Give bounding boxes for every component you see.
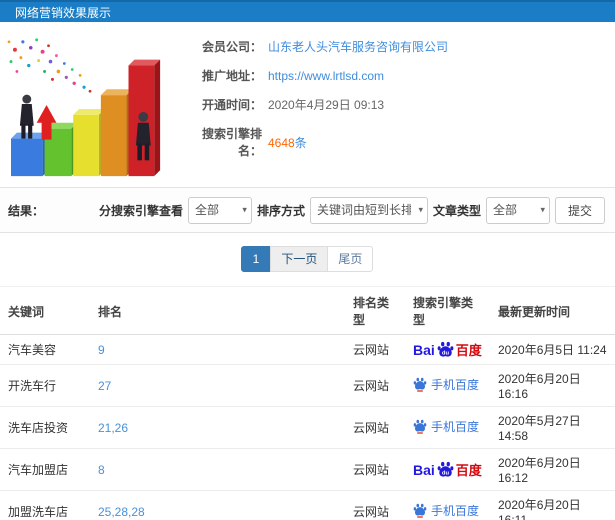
rank-link[interactable]: 8: [98, 463, 105, 477]
engine-cell: 手机百度: [405, 364, 490, 407]
rank-type-cell: 云网站: [345, 448, 405, 491]
svg-text:du: du: [442, 350, 450, 356]
rank-link[interactable]: 21,26: [98, 421, 128, 435]
baidu-logo: Bai du 百度: [413, 461, 482, 478]
mobile-baidu-badge: 手机百度: [413, 502, 479, 519]
open-time-label: 开通时间：: [201, 98, 262, 112]
updated-cell: 2020年6月5日 11:24: [490, 334, 615, 365]
company-row: 会员公司： 山东老人头汽车服务咨询有限公司: [180, 38, 615, 55]
rank-link[interactable]: 25,28,28: [98, 505, 145, 519]
engine-cell: Bai du 百度: [405, 334, 490, 365]
baidu-paw-icon: du: [437, 461, 454, 477]
header-rank-type: 排名类型: [345, 286, 405, 335]
page-title-bar: 网络营销效果展示: [0, 0, 615, 22]
updated-cell: 2020年6月20日 16:11: [490, 490, 615, 520]
updated-cell: 2020年6月20日 16:16: [490, 364, 615, 407]
updated-cell: 2020年5月27日 14:58: [490, 406, 615, 449]
engine-rank-value: 4648条: [268, 134, 307, 151]
engine-cell: 手机百度: [405, 406, 490, 449]
engine-cell: Bai du 百度: [405, 448, 490, 491]
bar-chart-image: [7, 38, 161, 177]
result-label: 结果：: [8, 203, 45, 218]
keyword-table-head: 关键词 排名 排名类型 搜索引擎类型 最新更新时间: [0, 286, 615, 335]
keyword-cell: 开洗车行: [0, 364, 90, 407]
rank-type-cell: 云网站: [345, 490, 405, 520]
keyword-table-body: 汽车美容 9 云网站 Bai du 百度 2020年6月5日 11:24 开洗车…: [0, 334, 615, 520]
engine-rank-label: 搜索引擎排名：: [201, 127, 262, 158]
promotion-url-link[interactable]: https://www.lrtlsd.com: [268, 69, 384, 83]
rank-type-cell: 云网站: [345, 406, 405, 449]
pagination: 1 下一页 尾页: [0, 233, 615, 286]
company-link[interactable]: 山东老人头汽车服务咨询有限公司: [268, 38, 448, 55]
table-row: 加盟洗车店 25,28,28 云网站 手机百度 2020年6月20日 16:11: [0, 490, 615, 520]
engine-filter-label: 分搜索引擎查看: [98, 203, 183, 218]
engine-filter-select[interactable]: 全部: [187, 196, 252, 224]
engine-filter-select-wrap: 全部: [187, 196, 252, 224]
mobile-baidu-paw-icon: [413, 377, 427, 392]
svg-text:du: du: [442, 470, 450, 476]
mobile-baidu-paw-icon: [413, 503, 427, 518]
sort-filter-select-wrap: 关键词由短到长排序: [309, 196, 428, 224]
table-row: 汽车美容 9 云网站 Bai du 百度 2020年6月5日 11:24: [0, 334, 615, 365]
open-time-value: 2020年4月29日 09:13: [268, 98, 385, 112]
article-type-select-wrap: 全部: [485, 196, 550, 224]
page-number-1[interactable]: 1: [240, 246, 272, 272]
rank-type-cell: 云网站: [345, 334, 405, 365]
rank-link[interactable]: 27: [98, 379, 111, 393]
header-updated: 最新更新时间: [490, 286, 615, 335]
keyword-table: 关键词 排名 排名类型 搜索引擎类型 最新更新时间 汽车美容 9 云网站 Bai…: [0, 286, 615, 520]
baidu-paw-icon: du: [437, 341, 454, 357]
rank-type-cell: 云网站: [345, 364, 405, 407]
header-rank: 排名: [90, 286, 345, 335]
page: 网络营销效果展示 会员公司： 山东老人头汽车服务咨询有限公司 推广地址： htt…: [0, 0, 615, 520]
filter-controls: 分搜索引擎查看 全部 排序方式 关键词由短到长排序 文章类型 全部 提交: [98, 196, 615, 224]
table-row: 洗车店投资 21,26 云网站 手机百度 2020年5月27日 14:58: [0, 406, 615, 449]
mobile-baidu-paw-icon: [413, 419, 427, 434]
updated-cell: 2020年6月20日 16:12: [490, 448, 615, 491]
info-list: 会员公司： 山东老人头汽车服务咨询有限公司 推广地址： https://www.…: [180, 22, 615, 159]
article-type-filter-label: 文章类型: [432, 203, 481, 218]
mobile-baidu-badge: 手机百度: [413, 376, 479, 393]
businessman-left: [19, 94, 34, 139]
engine-cell: 手机百度: [405, 490, 490, 520]
next-page-button[interactable]: 下一页: [270, 246, 329, 272]
keyword-cell: 加盟洗车店: [0, 490, 90, 520]
company-label: 会员公司：: [201, 40, 262, 54]
summary-section: 会员公司： 山东老人头汽车服务咨询有限公司 推广地址： https://www.…: [0, 22, 615, 188]
header-engine-type: 搜索引擎类型: [405, 286, 490, 335]
promotion-url-row: 推广地址： https://www.lrtlsd.com: [180, 67, 615, 84]
rank-count-unit[interactable]: 条: [295, 136, 307, 150]
filter-bar: 结果： 分搜索引擎查看 全部 排序方式 关键词由短到长排序 文章类型 全部 提交: [0, 188, 615, 233]
engine-rank-row: 搜索引擎排名： 4648条: [180, 125, 615, 159]
last-page-button[interactable]: 尾页: [327, 246, 374, 272]
header-keyword: 关键词: [0, 286, 90, 335]
keyword-cell: 洗车店投资: [0, 406, 90, 449]
table-row: 汽车加盟店 8 云网站 Bai du 百度 2020年6月20日 16:12: [0, 448, 615, 491]
table-row: 开洗车行 27 云网站 手机百度 2020年6月20日 16:16: [0, 364, 615, 407]
mobile-baidu-badge: 手机百度: [413, 418, 479, 435]
rank-link[interactable]: 9: [98, 343, 105, 357]
confetti-dots: [7, 38, 92, 93]
baidu-logo: Bai du 百度: [413, 341, 482, 358]
open-time-row: 开通时间： 2020年4月29日 09:13: [180, 96, 615, 113]
promotion-url-label: 推广地址：: [201, 69, 262, 83]
sort-filter-select[interactable]: 关键词由短到长排序: [309, 196, 428, 224]
page-title: 网络营销效果展示: [15, 6, 112, 20]
sort-filter-label: 排序方式: [256, 203, 305, 218]
keyword-cell: 汽车加盟店: [0, 448, 90, 491]
keyword-cell: 汽车美容: [0, 334, 90, 365]
submit-button[interactable]: 提交: [554, 196, 605, 224]
bar-chart-illustration: [0, 28, 180, 186]
article-type-select[interactable]: 全部: [485, 196, 550, 224]
rank-count-number: 4648: [268, 135, 295, 150]
